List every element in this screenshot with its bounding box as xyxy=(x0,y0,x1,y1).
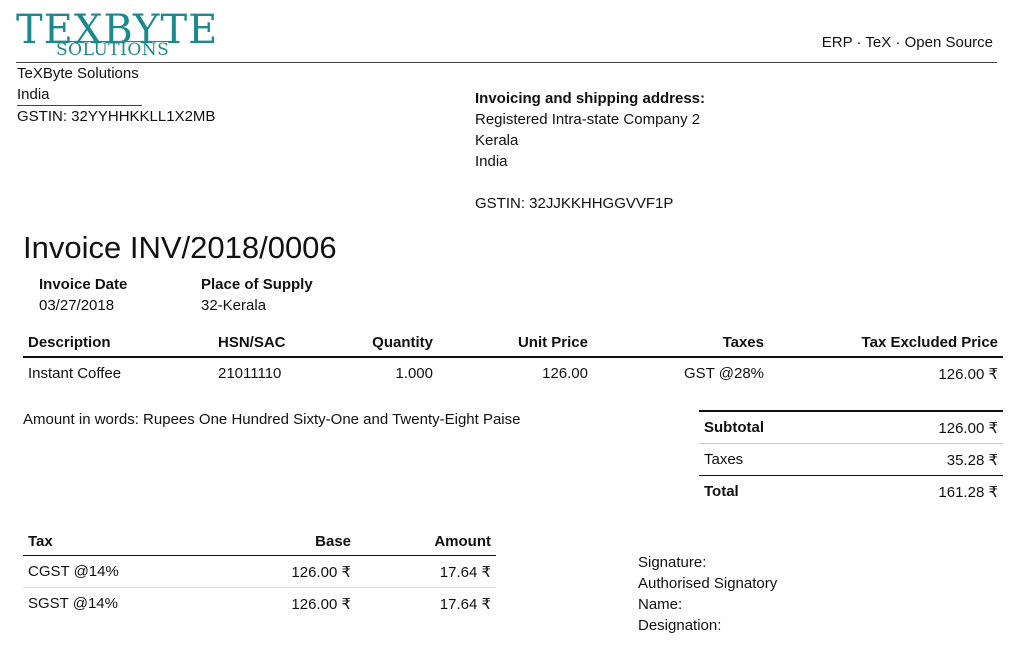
col-tax-excluded: Tax Excluded Price xyxy=(769,329,1003,358)
tax-base: 126.00 ₹ xyxy=(291,563,351,581)
tax-summary-table: Tax Base Amount CGST @14% 126.00 ₹ 17.64… xyxy=(23,528,496,619)
tax-amount: 17.64 ₹ xyxy=(356,587,496,619)
company-country-wrap: India xyxy=(17,84,215,106)
col-quantity: Quantity xyxy=(318,329,438,358)
signature-label: Signature: xyxy=(638,554,707,571)
invoice-title: Invoice INV/2018/0006 xyxy=(23,230,337,265)
col-base: Base xyxy=(206,528,356,556)
company-logo: TEXBYTE SOLUTIONS xyxy=(16,10,217,62)
table-row: SGST @14% 126.00 ₹ 17.64 ₹ xyxy=(23,587,496,619)
address-heading: Invoicing and shipping address: xyxy=(475,90,706,107)
subtotal-label: Subtotal xyxy=(704,419,764,436)
subtotal-value: 126.00 ₹ xyxy=(938,419,998,437)
table-row: Instant Coffee 21011110 1.000 126.00 GST… xyxy=(23,357,1003,389)
invoice-lines-table: Description HSN/SAC Quantity Unit Price … xyxy=(23,329,1003,389)
tax-amount: 17.64 ₹ xyxy=(439,563,491,581)
address-name: Registered Intra-state Company 2 xyxy=(475,111,701,128)
logo-subtitle: SOLUTIONS xyxy=(56,40,170,60)
invoice-date-label: Invoice Date xyxy=(39,276,128,293)
signature-authority: Authorised Signatory xyxy=(638,575,778,592)
totals-block: Subtotal 126.00 ₹ Taxes 35.28 ₹ Total 16… xyxy=(699,410,1003,507)
signature-designation: Designation: xyxy=(638,617,722,634)
total-value: 161.28 ₹ xyxy=(938,483,998,501)
col-tax: Tax xyxy=(23,528,206,556)
company-name: TeXByte Solutions xyxy=(17,65,139,82)
place-of-supply: 32-Kerala xyxy=(201,297,267,314)
line-hsn: 21011110 xyxy=(218,365,282,382)
total-label: Total xyxy=(704,483,739,500)
tax-name: CGST @14% xyxy=(28,563,119,580)
company-country: India xyxy=(17,84,142,106)
col-description: Description xyxy=(23,329,213,358)
col-unit-price: Unit Price xyxy=(438,329,593,358)
company-info: TeXByte Solutions India GSTIN: 32YYHHKKL… xyxy=(17,63,215,127)
address-state: Kerala xyxy=(475,132,519,149)
line-taxes: GST @28% xyxy=(684,365,764,382)
company-gstin: GSTIN: 32YYHHKKLL1X2MB xyxy=(17,108,216,125)
total-row: Total 161.28 ₹ xyxy=(699,475,1003,507)
col-amount: Amount xyxy=(356,528,496,556)
signature-name: Name: xyxy=(638,596,683,613)
amount-in-words: Amount in words: Rupees One Hundred Sixt… xyxy=(23,411,521,428)
tax-base: 126.00 ₹ xyxy=(206,587,356,619)
lines-header-row: Description HSN/SAC Quantity Unit Price … xyxy=(23,329,1003,358)
tax-name: SGST @14% xyxy=(23,587,206,619)
subtotal-row: Subtotal 126.00 ₹ xyxy=(699,410,1003,443)
table-row: CGST @14% 126.00 ₹ 17.64 ₹ xyxy=(23,556,496,588)
header-tagline: ERP · TeX · Open Source xyxy=(821,34,993,51)
line-unit-price: 126.00 xyxy=(542,365,588,382)
taxes-row: Taxes 35.28 ₹ xyxy=(699,443,1003,475)
customer-address: Invoicing and shipping address: Register… xyxy=(475,88,705,214)
invoice-date: 03/27/2018 xyxy=(39,297,115,314)
line-description: Instant Coffee xyxy=(28,365,122,382)
taxes-label: Taxes xyxy=(704,451,744,468)
address-country: India xyxy=(475,153,508,170)
tax-header-row: Tax Base Amount xyxy=(23,528,496,556)
col-hsn: HSN/SAC xyxy=(213,329,318,358)
col-taxes: Taxes xyxy=(593,329,769,358)
address-gstin: GSTIN: 32JJKKHHGGVVF1P xyxy=(475,195,674,212)
line-subtotal: 126.00 ₹ xyxy=(938,365,998,383)
signature-block: Signature: Authorised Signatory Name: De… xyxy=(638,552,777,636)
line-quantity: 1.000 xyxy=(395,365,433,382)
address-spacer xyxy=(475,172,705,193)
taxes-value: 35.28 ₹ xyxy=(946,451,998,469)
place-of-supply-label: Place of Supply xyxy=(201,276,313,293)
